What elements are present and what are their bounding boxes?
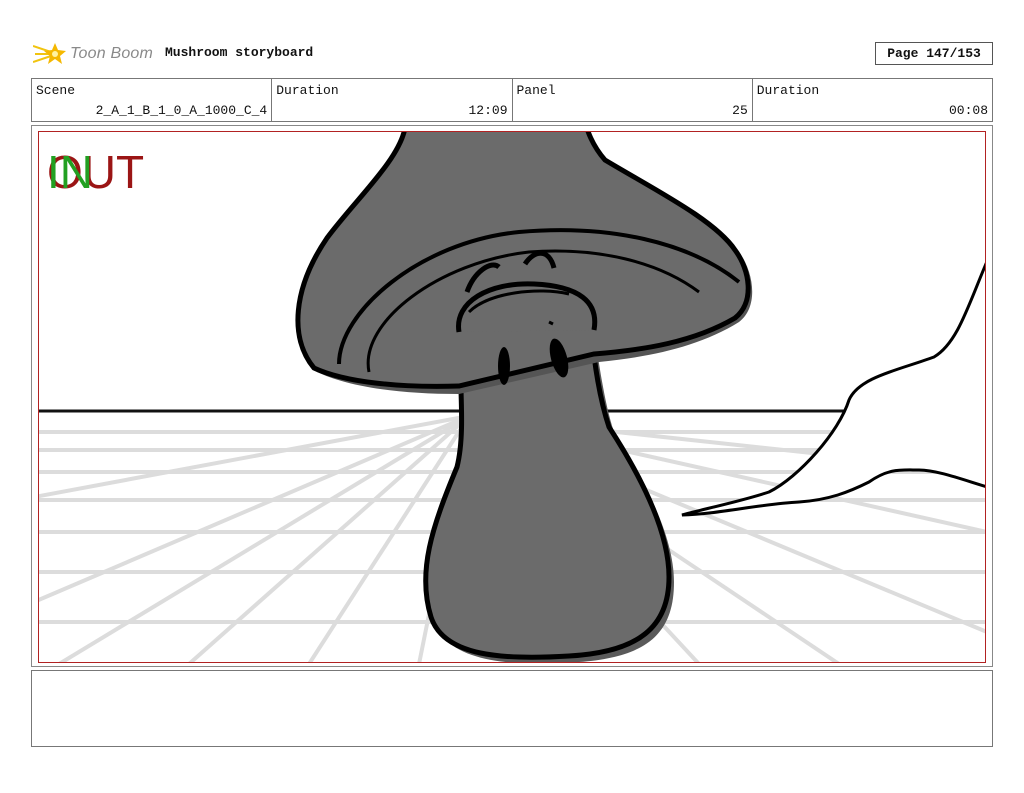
- panel-info-row: Scene 2_A_1_B_1_0_A_1000_C_4 Duration 12…: [31, 78, 993, 122]
- panel-duration-cell: Duration 00:08: [753, 79, 992, 121]
- mushroom-sketch: [39, 132, 985, 662]
- toon-boom-star-icon: [33, 43, 66, 64]
- scene-value: 2_A_1_B_1_0_A_1000_C_4: [95, 103, 268, 118]
- brand-name: Toon Boom: [70, 45, 154, 62]
- panel-duration-value: 00:08: [948, 103, 988, 118]
- brand-logo: Toon Boom: [33, 40, 153, 68]
- scene-cell: Scene 2_A_1_B_1_0_A_1000_C_4: [32, 79, 273, 121]
- storyboard-header: Toon Boom Mushroom storyboard Page 147/1…: [31, 38, 993, 70]
- panel-value: 25: [732, 103, 748, 118]
- panel-label: Panel: [516, 83, 556, 98]
- scene-duration-cell: Duration 12:09: [272, 79, 513, 121]
- scene-label: Scene: [36, 83, 76, 98]
- panel-cell: Panel 25: [513, 79, 753, 121]
- in-marker: IN: [47, 146, 93, 198]
- document-title: Mushroom storyboard: [165, 45, 314, 60]
- panel-notes: [31, 670, 993, 747]
- panel-duration-label: Duration: [756, 83, 820, 98]
- page-counter: Page 147/153: [875, 42, 993, 65]
- scene-duration-value: 12:09: [468, 103, 508, 118]
- scene-duration-label: Duration: [276, 83, 339, 98]
- panel-drawing: [38, 131, 986, 663]
- mushroom-cap: [295, 132, 751, 389]
- left-eye: [498, 347, 510, 385]
